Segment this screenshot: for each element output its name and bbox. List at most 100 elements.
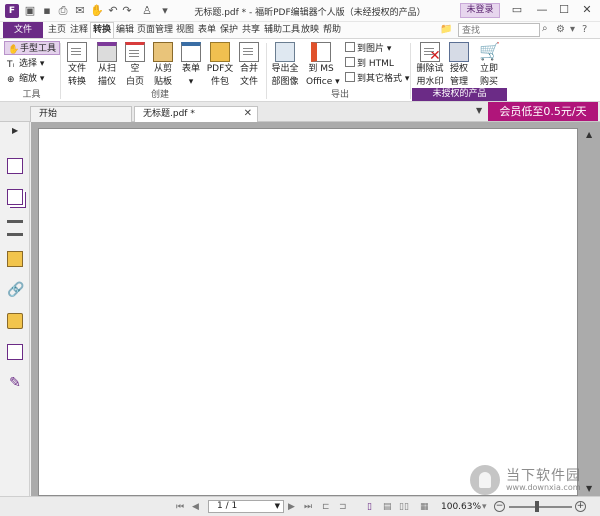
to-other-format-button[interactable]: 到其它格式 ▾ xyxy=(345,72,409,86)
folder-search-icon[interactable]: 📁 xyxy=(440,24,452,36)
promo-banner[interactable]: 会员低至0.5元/天 xyxy=(488,102,598,121)
zoom-out-icon[interactable]: − xyxy=(494,501,505,512)
tab-edit[interactable]: 编辑 xyxy=(116,24,134,36)
remove-watermark-button[interactable]: ✕ 删除试 用水印 xyxy=(415,42,445,88)
save-icon[interactable]: ▪ xyxy=(40,4,54,18)
from-clipboard-button[interactable]: 从剪 贴板 xyxy=(148,42,178,88)
watermark-logo-icon xyxy=(470,465,500,495)
tab-page-management[interactable]: 页面管理 xyxy=(137,24,173,36)
close-icon[interactable]: ✕ xyxy=(575,2,599,18)
tab-share[interactable]: 共享 xyxy=(242,24,260,36)
from-scanner-button[interactable]: 从扫 描仪 xyxy=(92,42,122,88)
undo-icon[interactable]: ↶ xyxy=(106,4,120,18)
export-all-images-button[interactable]: 导出全 部图像 xyxy=(270,42,300,88)
search-icon[interactable]: ⌕ xyxy=(542,23,548,34)
hand-tool-quick-icon[interactable]: ✋ xyxy=(90,4,104,18)
file-menu[interactable]: 文件 xyxy=(3,22,43,38)
next-page-icon[interactable]: ▶ xyxy=(288,501,295,513)
print-icon[interactable]: ⎙ xyxy=(56,4,70,18)
file-convert-icon xyxy=(67,42,87,62)
zoom-in-icon[interactable]: + xyxy=(575,501,586,512)
minimize-icon[interactable]: — xyxy=(530,2,554,18)
remove-watermark-label-2: 用水印 xyxy=(416,77,444,87)
open-icon[interactable]: ▣ xyxy=(23,4,37,18)
license-management-button[interactable]: 授权 管理 xyxy=(444,42,474,88)
last-page-icon[interactable]: ⏭ xyxy=(304,501,312,513)
redo-icon[interactable]: ↷ xyxy=(120,4,134,18)
unauthorized-group-label: 未授权的产品 xyxy=(412,88,507,101)
close-tab-icon[interactable]: ✕ xyxy=(244,107,252,121)
tab-start[interactable]: 开始 xyxy=(30,106,132,122)
blank-page-button[interactable]: 空 白页 xyxy=(120,42,150,88)
page-thumbnails-icon[interactable] xyxy=(7,158,23,174)
merge-files-button[interactable]: 合并 文件 xyxy=(234,42,264,88)
file-convert-button[interactable]: 文件 转换 xyxy=(62,42,92,88)
to-ms-office-button[interactable]: 到 MS Office ▾ xyxy=(306,42,340,88)
tab-help[interactable]: 帮助 xyxy=(323,24,341,36)
form-button[interactable]: 表单 ▾ xyxy=(176,42,206,88)
tab-comment[interactable]: 注释 xyxy=(70,24,88,36)
buy-now-button[interactable]: 🛒 立即 购买 xyxy=(474,42,504,88)
first-page-icon[interactable]: ⏮ xyxy=(176,501,184,513)
stamp-icon[interactable]: ♙ xyxy=(140,4,154,18)
login-button[interactable]: 未登录 xyxy=(460,3,500,18)
zoom-slider-thumb[interactable] xyxy=(535,501,540,512)
next-view-icon[interactable]: ⊐ xyxy=(339,501,347,513)
image-icon xyxy=(345,42,355,52)
search-input[interactable] xyxy=(458,23,540,37)
zoom-tool-button[interactable]: ⊕ 缩放 ▾ xyxy=(7,72,44,86)
to-image-label: 到图片 xyxy=(357,44,385,54)
export-images-label-2: 部图像 xyxy=(271,77,299,87)
expand-sidebar-icon[interactable]: ▶ xyxy=(12,126,18,135)
security-lock-icon[interactable] xyxy=(7,313,23,329)
previous-view-icon[interactable]: ⊏ xyxy=(322,501,330,513)
single-page-view-icon[interactable]: ▯ xyxy=(367,501,372,513)
hand-tool-button[interactable]: ✋手型工具 xyxy=(4,41,61,55)
group-separator xyxy=(266,43,267,99)
page-number-field[interactable]: 1 / 1 ▼ xyxy=(208,500,284,513)
other-format-icon xyxy=(345,72,355,82)
pdf-portfolio-button[interactable]: PDF文 件包 xyxy=(205,42,235,88)
navigation-sidebar: ▶ 🔗 ✎ xyxy=(0,122,30,496)
pdf-page[interactable] xyxy=(38,128,578,496)
to-html-button[interactable]: 到 HTML xyxy=(345,57,394,71)
two-page-continuous-view-icon[interactable]: ▦ xyxy=(420,501,429,513)
content-icon[interactable] xyxy=(7,344,23,360)
zoom-dropdown-icon[interactable]: ▾ xyxy=(482,501,487,513)
ribbon-toggle-icon[interactable]: ▭ xyxy=(505,2,529,18)
help-icon[interactable]: ? xyxy=(582,24,587,36)
pages-icon[interactable] xyxy=(7,189,23,205)
tab-list-dropdown-icon[interactable]: ▼ xyxy=(476,104,486,118)
export-group-label: 导出 xyxy=(330,90,349,100)
app-logo-icon[interactable]: F xyxy=(5,4,19,18)
customize-quick-access-icon[interactable]: ▾ xyxy=(158,4,172,18)
zoom-level: 100.63% xyxy=(441,502,482,512)
scroll-up-icon[interactable]: ▲ xyxy=(586,130,592,139)
select-tool-button[interactable]: Tᵢ 选择 ▾ xyxy=(7,57,44,71)
group-separator xyxy=(410,43,411,99)
continuous-view-icon[interactable]: ▤ xyxy=(383,501,392,513)
ribbon: ✋手型工具 Tᵢ 选择 ▾ ⊕ 缩放 ▾ 工具 文件 转换 从扫 描仪 空 白页 从… xyxy=(0,38,600,102)
two-page-view-icon[interactable]: ▯▯ xyxy=(399,501,409,513)
layers-icon[interactable] xyxy=(7,220,23,236)
tab-presentation[interactable]: 放映 xyxy=(301,24,319,36)
tab-home[interactable]: 主页 xyxy=(48,24,66,36)
tab-document[interactable]: 无标题.pdf * ✕ xyxy=(134,106,258,122)
comments-icon[interactable] xyxy=(7,251,23,267)
attachments-icon[interactable]: 🔗 xyxy=(7,282,24,298)
tab-protect[interactable]: 保护 xyxy=(220,24,238,36)
tab-forms[interactable]: 表单 xyxy=(198,24,216,36)
email-icon[interactable]: ✉ xyxy=(73,4,87,18)
export-images-icon xyxy=(275,42,295,62)
settings-gear-icon[interactable]: ⚙ xyxy=(556,24,565,36)
signature-icon[interactable]: ✎ xyxy=(7,375,23,391)
previous-page-icon[interactable]: ◀ xyxy=(192,501,199,513)
tab-accessibility[interactable]: 辅助工具 xyxy=(264,24,300,36)
page-dropdown-icon: ▼ xyxy=(274,502,280,510)
settings-dropdown-icon[interactable]: ▾ xyxy=(570,24,575,36)
to-image-button[interactable]: 到图片 ▾ xyxy=(345,42,391,56)
tab-view[interactable]: 视图 xyxy=(176,24,194,36)
maximize-icon[interactable]: ☐ xyxy=(552,2,576,18)
tab-convert[interactable]: 转换 xyxy=(90,22,115,39)
zoom-slider-track[interactable] xyxy=(509,506,572,508)
